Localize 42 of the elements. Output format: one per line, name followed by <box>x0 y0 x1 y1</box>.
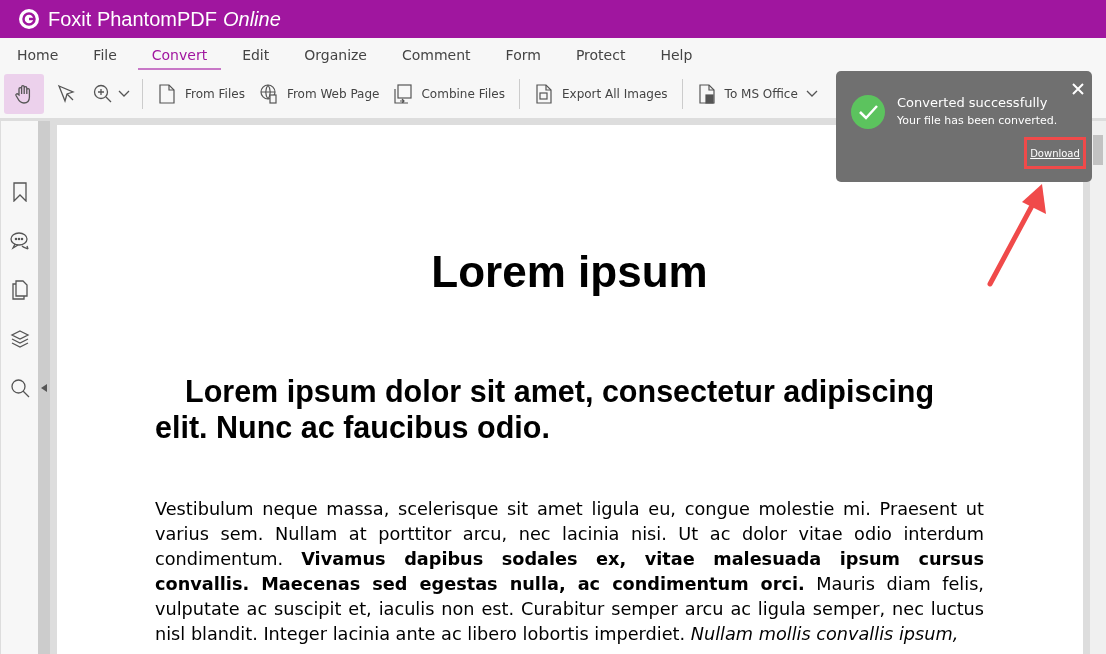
toast-message: Your file has been converted. <box>897 114 1058 127</box>
menu-tab[interactable]: Form <box>491 47 555 70</box>
globe-icon <box>258 83 279 105</box>
toolbar-button[interactable]: To MS Office <box>690 76 824 112</box>
scrollbar-thumb[interactable] <box>1093 135 1103 165</box>
menu-tab[interactable]: Home <box>3 47 73 70</box>
success-check-icon <box>851 95 885 129</box>
document-subtitle: Lorem ipsum dolor sit amet, consectetur adipiscing elit. Nunc ac faucibus odio. <box>155 373 936 445</box>
close-icon[interactable] <box>1072 83 1084 95</box>
app-name: Foxit PhantomPDF <box>48 7 217 31</box>
caret-icon <box>805 90 818 98</box>
file-icon <box>157 83 177 105</box>
pointer-icon <box>55 83 77 105</box>
document-title: Lorem ipsum <box>430 247 709 297</box>
zoom-in-icon <box>92 83 114 105</box>
toolbar-button[interactable]: From Files <box>151 76 251 112</box>
menu-tab[interactable]: Protect <box>561 47 640 70</box>
comment-icon[interactable] <box>9 231 30 251</box>
menu-tab[interactable]: Convert <box>137 47 222 70</box>
images-icon <box>533 83 554 105</box>
caret-icon <box>118 90 130 98</box>
search-icon[interactable] <box>9 378 30 398</box>
toolbar-button[interactable]: Export All Images <box>527 76 674 112</box>
app-edition: Online <box>222 7 281 31</box>
menu-tab[interactable]: Organize <box>290 47 381 70</box>
download-link[interactable]: Download <box>1030 147 1080 159</box>
menu-tab[interactable]: Comment <box>388 47 485 70</box>
pages-icon[interactable] <box>10 280 29 300</box>
toolbar-button[interactable]: From Web Page <box>252 76 386 112</box>
hand-tool-button[interactable] <box>4 74 44 114</box>
bookmark-icon[interactable] <box>10 182 29 202</box>
menu-tab[interactable]: File <box>79 47 131 70</box>
menu-tab[interactable]: Help <box>646 47 707 70</box>
logo-icon <box>18 8 40 30</box>
collapse-handle-icon[interactable] <box>41 383 47 392</box>
combine-icon <box>393 83 414 105</box>
toolbar-button[interactable]: Combine Files <box>387 76 511 112</box>
document-paragraph: Vestibulum neque massa, scelerisque sit amet ligula eu, congue molestie mi. Praesent ut varius sem. Nullam at porttitor arcu, nec lacinia nisi. Ut ac dolor vitae odio interdum condimentum. Vivamus dapibus sodales ex, vitae malesuada ipsum cursus convallis. Maecenas sed egestas nulla, ac condimentum orci. Mauris diam felis, vulputate ac suscipit et, iaculis non est. Curabitur semper arcu ac ligula semper, nec luctus nisl blandit. Integer lacinia ante ac libero lobortis imperdiet. Nullam mollis convallis ipsum, <box>155 498 984 646</box>
menu-tab[interactable]: Edit <box>228 47 284 70</box>
layers-icon[interactable] <box>9 329 30 349</box>
toast-title: Converted successfully <box>897 95 1049 110</box>
office-icon <box>696 83 717 105</box>
